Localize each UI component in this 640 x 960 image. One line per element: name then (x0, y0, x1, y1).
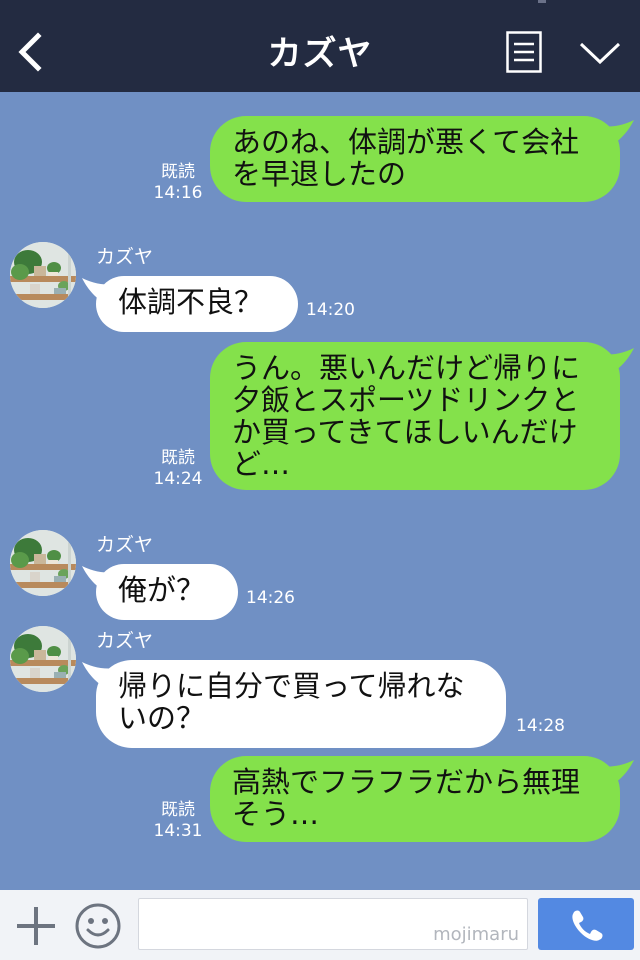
message-text-line: 高熱でフラフラだから無理 (232, 765, 581, 799)
message-text-line: か買ってきてほしいんだけ (232, 415, 578, 449)
message-time: 14:28 (516, 716, 565, 736)
status-bar-fragment (538, 0, 546, 3)
message-text-line: 帰りに自分で買って帰れな (118, 669, 465, 703)
message-meta: 既読 14:31 (152, 800, 204, 842)
message-text-line: 夕飯とスポーツドリンクと (232, 383, 580, 417)
message-time: 14:24 (153, 469, 203, 489)
message-text-line: ど… (232, 447, 291, 481)
message-text-line: あのね、体調が悪くて会社 (232, 125, 580, 159)
message-text-line: うん。悪いんだけど帰りに (232, 351, 581, 385)
message-text-line: そう… (232, 797, 320, 831)
avatar-plants-image (10, 242, 76, 308)
notes-icon[interactable] (506, 31, 542, 73)
chevron-down-icon[interactable] (578, 38, 622, 68)
phone-icon (572, 910, 603, 941)
watermark: mojimaru (433, 924, 519, 945)
message-text-line: 体調不良？ (118, 285, 264, 319)
avatar[interactable] (10, 530, 76, 596)
message-text-line: を早退したの (232, 157, 407, 191)
message-bubble-incoming[interactable]: 体調不良？ (96, 276, 298, 332)
message-text-line: いの？ (118, 701, 206, 735)
read-receipt: 既読 (161, 162, 195, 182)
message-meta: 既読 14:16 (152, 162, 204, 204)
read-receipt: 既読 (161, 448, 195, 468)
sender-name: カズヤ (96, 534, 154, 556)
plus-icon[interactable] (14, 904, 58, 948)
sender-name: カズヤ (96, 246, 154, 268)
avatar[interactable] (10, 626, 76, 692)
avatar-plants-image (10, 626, 76, 692)
message-time: 14:26 (246, 588, 295, 608)
chat-header: カズヤ (0, 0, 640, 92)
message-bubble-outgoing[interactable]: 高熱でフラフラだから無理 そう… (210, 756, 620, 842)
input-bar: mojimaru (0, 890, 640, 960)
chat-area[interactable]: あのね、体調が悪くて会社 を早退したの 既読 14:16 カズヤ 体調不良？ 1… (0, 92, 640, 890)
message-input[interactable]: mojimaru (138, 898, 528, 950)
message-time: 14:16 (153, 183, 203, 203)
call-button[interactable] (538, 898, 634, 950)
message-time: 14:20 (306, 300, 355, 320)
message-bubble-outgoing[interactable]: うん。悪いんだけど帰りに 夕飯とスポーツドリンクと か買ってきてほしいんだけ ど… (210, 342, 620, 490)
message-bubble-incoming[interactable]: 帰りに自分で買って帰れな いの？ (96, 660, 506, 748)
avatar-plants-image (10, 530, 76, 596)
message-bubble-outgoing[interactable]: あのね、体調が悪くて会社 を早退したの (210, 116, 620, 202)
message-text-line: 俺が？ (118, 573, 206, 607)
chat-title: カズヤ (267, 34, 373, 74)
message-meta: 既読 14:24 (152, 448, 204, 490)
smile-icon[interactable] (74, 902, 122, 950)
sender-name: カズヤ (96, 630, 154, 652)
message-bubble-incoming[interactable]: 俺が？ (96, 564, 238, 620)
avatar[interactable] (10, 242, 76, 308)
message-time: 14:31 (153, 821, 203, 841)
read-receipt: 既読 (161, 800, 195, 820)
